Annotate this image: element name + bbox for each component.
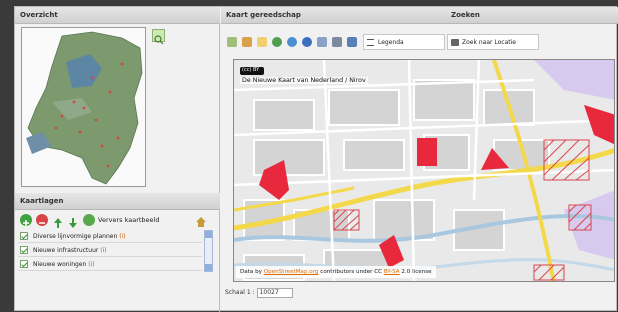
- scale-label: Schaal 1 :: [225, 289, 255, 296]
- print-icon[interactable]: [332, 37, 342, 47]
- home-icon: [196, 217, 206, 227]
- previous-extent-icon[interactable]: [272, 37, 282, 47]
- layer-info-link[interactable]: (i): [119, 233, 125, 240]
- attribution-middle: contributors under CC: [320, 269, 383, 275]
- zoom-in-icon[interactable]: [227, 37, 237, 47]
- app-frame: Overzicht Kaartlagen Ververs kaartbeeld …: [14, 6, 618, 312]
- map-viewport[interactable]: (cc) BY De Nieuwe Kaart van Nederland / …: [233, 59, 615, 282]
- search-header: Zoeken: [446, 7, 618, 24]
- layer-checkbox[interactable]: [20, 232, 28, 240]
- binoculars-icon: [451, 39, 459, 46]
- arrow-up-icon: [54, 218, 62, 228]
- zoom-icon: [154, 35, 164, 45]
- pan-hand-icon[interactable]: [257, 37, 267, 47]
- layers-header: Kaartlagen: [15, 193, 220, 210]
- scale-input[interactable]: 10027: [256, 288, 293, 298]
- home-button[interactable]: [195, 213, 207, 227]
- add-layer-button[interactable]: [20, 214, 32, 226]
- license-link[interactable]: BY-SA: [384, 269, 400, 275]
- layer-checkbox[interactable]: [20, 260, 28, 268]
- zoom-box-icon[interactable]: [242, 37, 252, 47]
- next-extent-icon[interactable]: [287, 37, 297, 47]
- layer-label: Nieuwe infrastructuur: [33, 247, 99, 254]
- layers-scrollbar[interactable]: [204, 230, 213, 272]
- osm-link[interactable]: OpenStreetMap.org: [264, 269, 319, 275]
- layer-label: Diverse lijnvormige plannen: [33, 233, 118, 240]
- save-icon[interactable]: [347, 37, 357, 47]
- layer-info-link[interactable]: (i): [88, 261, 94, 268]
- cc-license-icon: (cc) BY: [240, 67, 264, 75]
- layer-info-link[interactable]: (i): [100, 247, 106, 254]
- netherlands-overview-image: [22, 28, 145, 186]
- layer-row[interactable]: Nieuwe infrastructuur (i): [18, 244, 202, 257]
- overview-header: Overzicht: [15, 7, 220, 24]
- tools-header: Kaart gereedschap: [221, 7, 446, 24]
- plus-icon: [23, 220, 29, 226]
- attribution-suffix: 2.0 license: [401, 269, 432, 275]
- search-location-button[interactable]: Zoek naar Locatie: [447, 34, 539, 50]
- map-title: De Nieuwe Kaart van Nederland / Nirov: [240, 77, 368, 84]
- move-down-button[interactable]: [68, 214, 78, 228]
- legend-label: Legenda: [378, 39, 404, 46]
- scroll-up-icon[interactable]: [205, 231, 212, 238]
- refresh-icon[interactable]: [83, 214, 95, 226]
- search-title: Zoeken: [451, 11, 480, 19]
- refresh-map-label[interactable]: Ververs kaartbeeld: [98, 216, 159, 224]
- search-location-label: Zoek naar Locatie: [462, 39, 516, 46]
- move-up-button[interactable]: [53, 214, 63, 228]
- scroll-down-icon[interactable]: [205, 264, 212, 271]
- layer-checkbox[interactable]: [20, 246, 28, 254]
- layer-row[interactable]: Diverse lijnvormige plannen (i): [18, 230, 202, 243]
- overview-zoom-button[interactable]: [152, 29, 165, 45]
- layer-row[interactable]: Nieuwe woningen (i): [18, 258, 202, 271]
- info-icon[interactable]: [302, 37, 312, 47]
- list-icon: [367, 39, 374, 46]
- measure-icon[interactable]: [317, 37, 327, 47]
- scale-control: Schaal 1 :10027: [225, 288, 293, 298]
- layer-label: Nieuwe woningen: [33, 261, 87, 268]
- arrow-down-icon: [69, 218, 77, 228]
- left-column: Overzicht Kaartlagen Ververs kaartbeeld …: [15, 7, 220, 312]
- remove-layer-button[interactable]: [36, 214, 48, 226]
- overview-title: Overzicht: [20, 11, 58, 19]
- legend-button[interactable]: Legenda: [363, 34, 445, 50]
- tools-title: Kaart gereedschap: [226, 11, 301, 19]
- minus-icon: [39, 222, 45, 224]
- layers-title: Kaartlagen: [20, 197, 64, 205]
- street-map[interactable]: [234, 60, 615, 282]
- attribution-prefix: Data by: [240, 269, 262, 275]
- overview-map[interactable]: [21, 27, 146, 187]
- map-attribution: Data by OpenStreetMap.org contributors u…: [236, 266, 436, 278]
